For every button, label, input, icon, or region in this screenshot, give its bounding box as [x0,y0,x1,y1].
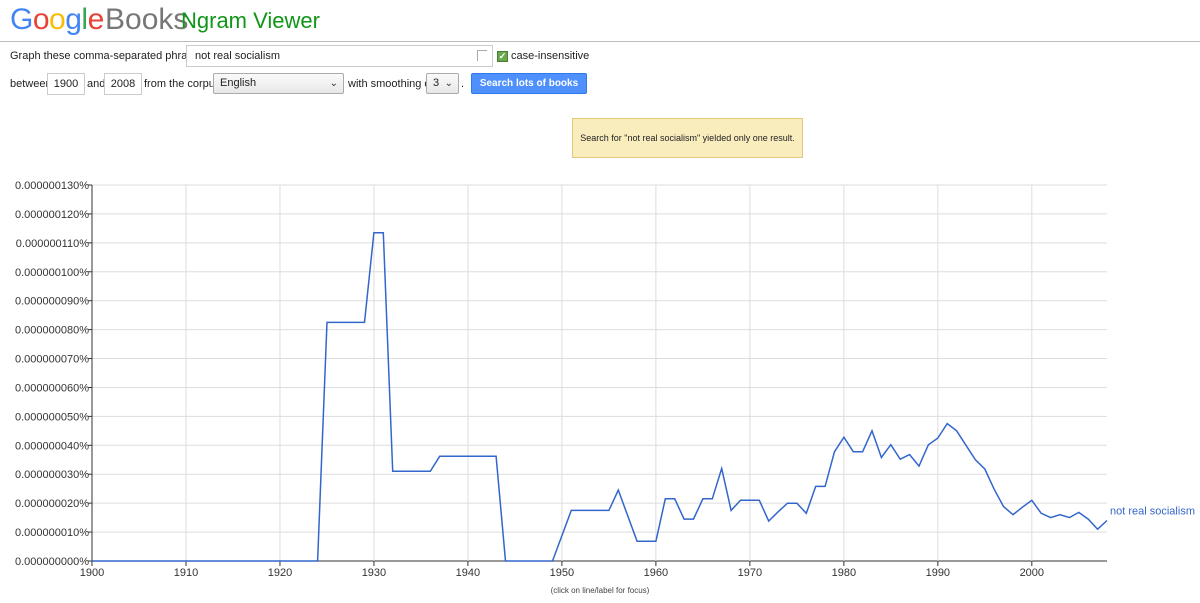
x-tick-label: 1980 [832,567,856,579]
y-tick-label: 0.000000050% [15,411,89,423]
phrase-input-value: not real socialism [195,50,280,62]
smoothing-label: with smoothing of [348,78,434,90]
corpus-select[interactable]: English ⌄ [213,73,344,94]
y-tick-label: 0.000000120% [15,209,89,221]
and-label: and [87,78,106,90]
x-tick-label: 1930 [362,567,386,579]
y-tick-label: 0.000000030% [15,469,89,481]
between-label: between [10,78,52,90]
series-line[interactable] [92,231,1108,562]
smoothing-select[interactable]: 3 ⌄ [426,73,459,94]
y-tick-label: 0.000000110% [16,238,89,250]
y-tick-label: 0.000000080% [15,325,89,337]
case-insensitive-checkbox[interactable]: ✓ [497,51,508,62]
y-tick-label: 0.000000100% [15,267,89,279]
header-bar: Google Books Ngram Viewer [0,0,1200,42]
x-tick-label: 1950 [550,567,574,579]
x-tick-label: 1970 [738,567,762,579]
case-insensitive-label: case-insensitive [511,50,590,62]
chart-focus-hint: (click on line/label for focus) [550,586,650,595]
books-label: Books [105,3,189,36]
chevron-down-icon: ⌄ [329,78,338,89]
x-tick-label: 1910 [174,567,198,579]
y-tick-label: 0.000000070% [15,354,89,366]
corpus-select-value: English [220,77,257,89]
x-tick-label: 1900 [80,567,104,579]
logo-letter: o [49,3,66,36]
x-tick-label: 1940 [456,567,480,579]
corpus-label: from the corpus [144,78,221,90]
search-button[interactable]: Search lots of books [471,73,587,94]
ngram-chart[interactable]: 0.000000000% 0.000000010% 0.000000020% 0.00… [0,170,1200,584]
smoothing-select-value: 3 [433,77,440,89]
logo-letter: e [87,3,105,36]
phrase-input[interactable]: not real socialism [186,45,493,67]
y-tick-label: 0.000000010% [15,527,89,539]
google-logo[interactable]: Google [10,3,104,37]
y-tick-label: 0.000000090% [15,296,89,308]
phrases-label: Graph these comma-separated phrases: [10,50,208,62]
x-tick-label: 2000 [1020,567,1044,579]
logo-letter: o [32,3,50,36]
series-label[interactable]: not real socialism [1110,506,1195,518]
y-tick-label: 0.000000040% [15,440,89,452]
x-tick-label: 1960 [644,567,668,579]
y-tick-label: 0.000000020% [15,498,89,510]
input-options-icon[interactable] [477,50,487,61]
result-notice: Search for "not real socialism" yielded … [572,118,803,158]
app-title: Ngram Viewer [181,8,320,33]
y-tick-label: 0.000000000% [15,556,89,568]
y-tick-label: 0.000000060% [15,382,89,394]
period-text: . [461,78,465,90]
end-year-input[interactable]: 2008 [104,73,142,95]
logo-letter: g [65,3,82,36]
start-year-input[interactable]: 1900 [47,73,85,95]
x-tick-label: 1920 [268,567,292,579]
x-tick-label: 1990 [926,567,950,579]
logo-letter: G [10,3,33,36]
chevron-down-icon: ⌄ [444,78,453,89]
y-tick-label: 0.000000130% [15,180,89,192]
